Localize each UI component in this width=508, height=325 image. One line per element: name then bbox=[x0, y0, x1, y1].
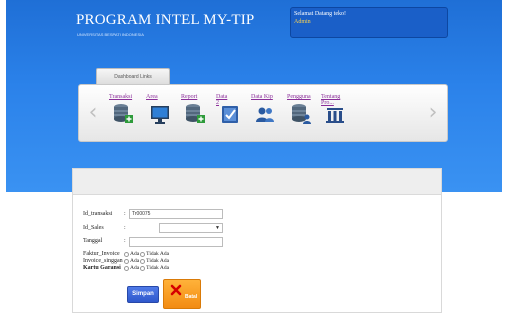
welcome-text: Selamat Datang teko! bbox=[294, 11, 346, 17]
radio-label: Tidak Ada bbox=[146, 265, 170, 271]
menu-item-report[interactable]: Report bbox=[181, 94, 211, 130]
kartu-garansi-radio-group: Ada Tidak Ada bbox=[123, 265, 169, 271]
radio-label: Ada bbox=[130, 258, 140, 264]
colon: : bbox=[124, 225, 126, 231]
kartu-garansi-radio-tidak-ada[interactable] bbox=[140, 265, 146, 271]
welcome-box: Selamat Datang teko! Admin bbox=[290, 7, 448, 38]
colon: : bbox=[124, 211, 126, 217]
menu-item-pengguna[interactable]: Pengguna bbox=[287, 94, 317, 130]
radio-label: Ada bbox=[130, 265, 140, 271]
id-transaksi-input[interactable]: Tr00075 bbox=[129, 209, 223, 219]
faktur-invoice-radio-group: Ada Tidak Ada bbox=[123, 251, 169, 257]
invoice-singgan-radio-group: Ada Tidak Ada bbox=[123, 258, 169, 264]
menu-item-transaksi[interactable]: Transaksi bbox=[109, 94, 139, 130]
menu-item-data-kip[interactable]: Data Kip bbox=[251, 94, 281, 130]
menu-label[interactable]: Data Kip bbox=[251, 94, 281, 100]
menu-label[interactable]: Transaksi bbox=[109, 94, 139, 100]
radio-label: Ada bbox=[130, 251, 140, 257]
monitor-icon[interactable] bbox=[149, 103, 171, 125]
menu-item-tentang[interactable]: Tentang Pro... bbox=[321, 94, 351, 130]
menu-label[interactable]: Pengguna bbox=[287, 94, 317, 100]
chevron-left-icon[interactable]: ‹ bbox=[85, 97, 101, 131]
header-banner: PROGRAM INTEL MY-TIP UNIVERSITAS BESPATI… bbox=[6, 0, 502, 192]
kartu-garansi-radio-ada[interactable] bbox=[124, 265, 129, 271]
invoice-singgan-radio-ada[interactable] bbox=[124, 258, 129, 264]
app-title: PROGRAM INTEL MY-TIP bbox=[76, 12, 255, 28]
label-tanggal: Tanggal bbox=[83, 238, 103, 244]
radio-label: Tidak Ada bbox=[146, 258, 170, 264]
close-icon bbox=[170, 284, 182, 296]
dashboard-menu-panel: ‹ Transaksi Area Report Data 2 Data Kip … bbox=[78, 84, 448, 142]
chevron-down-icon: ▼ bbox=[215, 226, 220, 231]
label-id-transaksi: Id_transaksi bbox=[83, 211, 113, 217]
database-report-icon[interactable] bbox=[184, 103, 206, 125]
id-sales-select[interactable]: ▼ bbox=[159, 223, 223, 233]
app-subtitle: UNIVERSITAS BESPATI INDONESIA bbox=[77, 32, 144, 37]
invoice-singgan-radio-tidak-ada[interactable] bbox=[140, 258, 146, 264]
menu-item-area[interactable]: Area bbox=[146, 94, 176, 130]
chevron-right-icon[interactable]: › bbox=[425, 97, 441, 131]
form-header bbox=[73, 169, 441, 195]
database-user-icon[interactable] bbox=[290, 103, 312, 125]
form-panel: Id_transaksi : Tr00075 Id_Sales : ▼ Tang… bbox=[72, 168, 442, 313]
cancel-label: Batal bbox=[185, 294, 198, 300]
tanggal-input[interactable] bbox=[129, 237, 223, 247]
faktur-invoice-radio-ada[interactable] bbox=[124, 251, 129, 257]
building-icon[interactable] bbox=[324, 103, 346, 125]
menu-item-data[interactable]: Data 2 bbox=[216, 94, 246, 130]
database-add-icon[interactable] bbox=[112, 103, 134, 125]
label-id-sales: Id_Sales bbox=[83, 225, 104, 231]
label-kartu-garansi: Kartu Garansi bbox=[83, 265, 121, 271]
tab-dashboard-links[interactable]: Dashboard Links bbox=[96, 68, 170, 85]
label-invoice-singgan: Invoice_singgan bbox=[83, 258, 123, 264]
menu-label[interactable]: Report bbox=[181, 94, 211, 100]
cancel-button[interactable]: Batal bbox=[163, 279, 201, 309]
users-icon[interactable] bbox=[254, 103, 276, 125]
radio-label: Tidak Ada bbox=[146, 251, 170, 257]
save-button[interactable]: Simpan bbox=[127, 286, 159, 303]
colon: : bbox=[124, 238, 126, 244]
menu-label[interactable]: Area bbox=[146, 94, 176, 100]
welcome-user[interactable]: Admin bbox=[294, 19, 311, 25]
checklist-icon[interactable] bbox=[219, 103, 241, 125]
label-faktur-invoice: Faktur_Invoice bbox=[83, 251, 120, 257]
faktur-invoice-radio-tidak-ada[interactable] bbox=[140, 251, 146, 257]
